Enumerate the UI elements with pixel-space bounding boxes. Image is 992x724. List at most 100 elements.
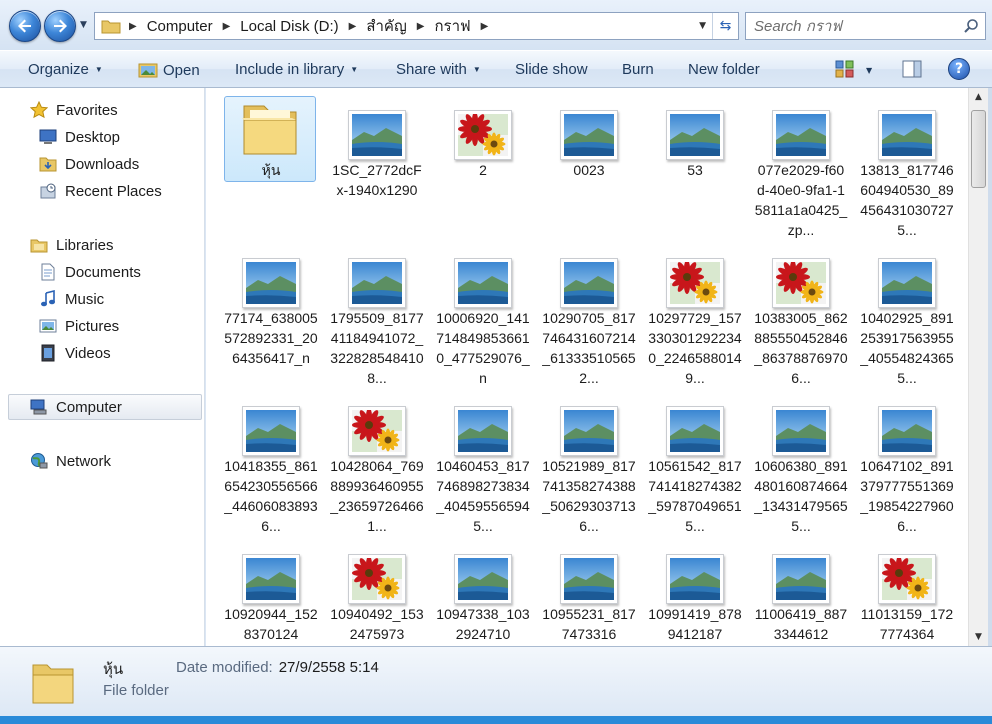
help-button[interactable]: ? bbox=[948, 58, 970, 80]
music-note-icon bbox=[41, 290, 55, 307]
burn-button[interactable]: Burn bbox=[622, 61, 654, 78]
file-name: 10647102_891379777551369_198542279606... bbox=[860, 458, 954, 534]
change-view-icon[interactable] bbox=[835, 60, 855, 78]
file-item[interactable]: 13813_817746604940530_894564310307275... bbox=[854, 96, 960, 238]
file-item[interactable]: 10418355_861654230556566_446060838936... bbox=[218, 392, 324, 534]
sidebar-item-downloads[interactable]: Downloads bbox=[39, 154, 139, 174]
file-item[interactable]: 10940492_1532475973 bbox=[324, 540, 430, 646]
breadcrumb-separator[interactable]: ▶ bbox=[417, 21, 425, 32]
sidebar-item-music[interactable]: Music bbox=[39, 289, 104, 309]
file-item[interactable]: 11013159_1727774364 bbox=[854, 540, 960, 646]
file-item[interactable]: 11006419_8873344612 bbox=[748, 540, 854, 646]
breadcrumb-separator[interactable]: ▶ bbox=[481, 21, 489, 32]
sidebar-item-computer[interactable]: Computer bbox=[30, 397, 122, 417]
sidebar-item-pictures[interactable]: Pictures bbox=[39, 316, 119, 336]
breadcrumb-computer[interactable]: Computer bbox=[147, 18, 213, 35]
slide-show-button[interactable]: Slide show bbox=[515, 61, 588, 78]
file-list-pane[interactable]: หุ้น 1SC_2772dcFx-1940x1290 2 0023 53 077e202… bbox=[206, 88, 968, 646]
refresh-button[interactable]: ⇆ bbox=[712, 13, 738, 39]
file-name: 10383005_862885550452846_863788769706... bbox=[754, 310, 848, 386]
file-item[interactable]: 1SC_2772dcFx-1940x1290 bbox=[324, 96, 430, 236]
sidebar-item-desktop[interactable]: Desktop bbox=[39, 127, 120, 147]
folder-icon bbox=[238, 98, 302, 160]
file-item[interactable]: 1795509_817741184941072_3228285484108... bbox=[324, 244, 430, 386]
landscape-image-icon bbox=[772, 406, 830, 456]
chevron-up-icon: ▲ bbox=[975, 92, 982, 102]
folder-icon bbox=[32, 664, 74, 704]
address-bar[interactable]: ▶ Computer ▶ Local Disk (D:) ▶ สำคัญ ▶ ก… bbox=[94, 12, 739, 40]
preview-pane-icon[interactable] bbox=[902, 60, 922, 78]
videos-icon bbox=[41, 344, 55, 362]
chevron-down-icon: ▼ bbox=[94, 65, 103, 74]
search-box[interactable] bbox=[745, 12, 986, 40]
breadcrumb-separator[interactable]: ▶ bbox=[129, 21, 137, 32]
file-item[interactable]: 077e2029-f60d-40e0-9fa1-15811a1a0425_zp.… bbox=[748, 96, 854, 238]
breadcrumb-local-disk[interactable]: Local Disk (D:) bbox=[240, 18, 338, 35]
sidebar-item-recent-places[interactable]: Recent Places bbox=[39, 181, 162, 201]
file-item[interactable]: 10290705_817746431607214_613335105652... bbox=[536, 244, 642, 386]
address-history-dropdown[interactable]: ▼ bbox=[699, 21, 706, 31]
file-item[interactable]: 10561542_817741418274382_597870496515... bbox=[642, 392, 748, 534]
details-date-modified: Date modified: 27/9/2558 5:14 bbox=[176, 659, 379, 676]
help-icon: ? bbox=[954, 61, 964, 77]
scroll-up-button[interactable]: ▲ bbox=[969, 88, 988, 106]
arrow-right-icon bbox=[54, 19, 67, 33]
back-button[interactable] bbox=[9, 10, 41, 42]
sidebar-item-label: Downloads bbox=[65, 155, 140, 173]
sidebar-item-network[interactable]: Network bbox=[30, 451, 111, 471]
file-item[interactable]: 53 bbox=[642, 96, 748, 236]
file-item[interactable]: 2 bbox=[430, 96, 536, 236]
sidebar-item-favorites[interactable]: Favorites bbox=[30, 100, 118, 120]
file-item[interactable]: 10460453_817746898273834_404595565945... bbox=[430, 392, 536, 534]
file-item[interactable]: 10383005_862885550452846_863788769706... bbox=[748, 244, 854, 386]
file-item[interactable]: 10297729_1573303012922340_22465880149... bbox=[642, 244, 748, 386]
landscape-image-icon bbox=[560, 110, 618, 160]
scroll-down-button[interactable]: ▼ bbox=[969, 628, 988, 646]
sidebar-item-videos[interactable]: Videos bbox=[39, 343, 111, 363]
sidebar-item-label: Computer bbox=[56, 398, 122, 416]
file-item[interactable]: 10947338_1032924710 bbox=[430, 540, 536, 646]
flower-image-icon bbox=[348, 406, 406, 456]
sidebar-item-libraries[interactable]: Libraries bbox=[30, 235, 114, 255]
file-item[interactable]: 77174_638005572892331_2064356417_n bbox=[218, 244, 324, 384]
file-item[interactable]: 10428064_769889936460955_236597264661... bbox=[324, 392, 430, 534]
breadcrumb-folder-important[interactable]: สำคัญ bbox=[366, 14, 406, 38]
file-item[interactable]: 10402925_891253917563955_405548243655... bbox=[854, 244, 960, 386]
file-item[interactable]: 10920944_1528370124 bbox=[218, 540, 324, 646]
breadcrumb-folder-graph[interactable]: กราฟ bbox=[434, 14, 470, 38]
file-item[interactable]: 10647102_891379777551369_198542279606... bbox=[854, 392, 960, 534]
file-name: 10460453_817746898273834_404595565945... bbox=[436, 458, 530, 534]
arrow-left-icon bbox=[18, 19, 31, 33]
scrollbar-thumb[interactable] bbox=[971, 110, 986, 188]
file-item[interactable]: 10606380_891480160874664_134314795655... bbox=[748, 392, 854, 534]
new-folder-button[interactable]: New folder bbox=[688, 61, 760, 78]
sidebar-item-documents[interactable]: Documents bbox=[39, 262, 141, 282]
file-name: 10006920_1417148498536610_477529076_n bbox=[436, 310, 530, 386]
file-item[interactable]: 0023 bbox=[536, 96, 642, 236]
share-with-button[interactable]: Share with ▼ bbox=[396, 61, 481, 78]
breadcrumb-separator[interactable]: ▶ bbox=[349, 21, 357, 32]
open-button[interactable]: Open bbox=[138, 61, 200, 79]
search-input[interactable] bbox=[754, 17, 964, 35]
landscape-image-icon bbox=[454, 258, 512, 308]
breadcrumb-separator[interactable]: ▶ bbox=[223, 21, 231, 32]
chevron-down-icon: ▼ bbox=[350, 65, 359, 74]
command-bar: Organize ▼ Open Include in library ▼ Share… bbox=[0, 50, 992, 88]
computer-icon bbox=[30, 399, 47, 415]
file-name: 13813_817746604940530_894564310307275... bbox=[860, 162, 954, 238]
search-icon[interactable] bbox=[963, 18, 979, 34]
window-border bbox=[988, 88, 992, 646]
vertical-scrollbar[interactable]: ▲ ▼ bbox=[968, 88, 988, 646]
folder-item[interactable]: หุ้น bbox=[218, 96, 324, 236]
organize-button[interactable]: Organize ▼ bbox=[28, 61, 103, 78]
file-item[interactable]: 10955231_8177473316 bbox=[536, 540, 642, 646]
file-item[interactable]: 10991419_8789412187 bbox=[642, 540, 748, 646]
file-item[interactable]: 10521989_817741358274388_506293037136... bbox=[536, 392, 642, 534]
date-modified-label: Date modified: bbox=[176, 659, 273, 676]
landscape-image-icon bbox=[242, 258, 300, 308]
view-options-dropdown[interactable]: ▼ bbox=[866, 66, 872, 75]
file-item[interactable]: 10006920_1417148498536610_477529076_n bbox=[430, 244, 536, 386]
include-in-library-button[interactable]: Include in library ▼ bbox=[235, 61, 358, 78]
forward-button[interactable] bbox=[44, 10, 76, 42]
recent-pages-dropdown[interactable]: ▼ bbox=[80, 20, 87, 30]
